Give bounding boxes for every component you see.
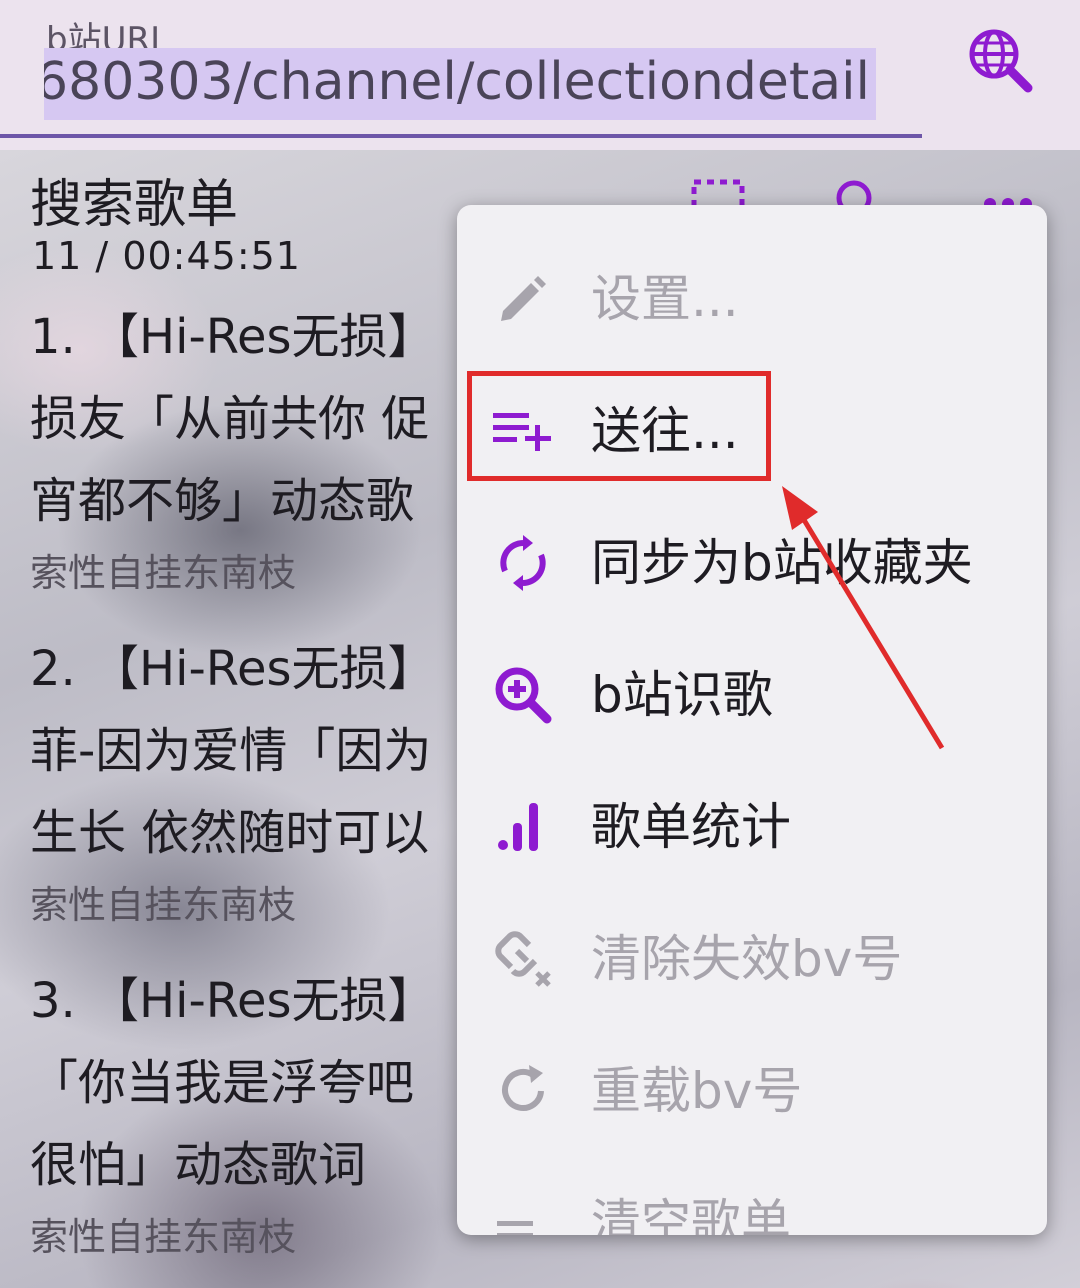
playlist-title: 搜索歌单 [30,175,239,235]
url-input[interactable]: )680303/channel/collectiondetail [44,48,876,120]
menu-item-label: b站识歌 [591,666,773,724]
song-artist: 索性自挂东南枝 [30,1215,297,1259]
bar-chart-icon [498,803,538,851]
song-artist: 索性自挂东南枝 [30,551,297,595]
menu-item-recognize-song[interactable]: b站识歌 [457,629,1047,761]
song-title: 3. 【Hi-Res无损】 「你当我是浮夸吧 很怕」动态歌词 [30,973,436,1193]
globe-search-icon[interactable] [962,24,1038,100]
song-artist: 索性自挂东南枝 [30,883,297,927]
menu-item-label: 歌单统计 [591,798,791,856]
menu-item-label: 设置... [591,270,739,328]
song-title: 2. 【Hi-Res无损】 菲-因为爱情「因为 生长 依然随时可以 [30,641,436,861]
url-input-text: )680303/channel/collectiondetail [44,52,870,112]
overflow-menu: 设置... 送往... 同步为b站收藏夹 b站识歌 歌单统计 清除失效bv号 重… [457,205,1047,1235]
menu-item-label: 清空歌单 [591,1194,791,1235]
menu-item-clear-invalid-bv[interactable]: 清除失效bv号 [457,893,1047,1025]
refresh-icon [502,1065,544,1111]
menu-item-label: 清除失效bv号 [591,930,903,988]
clear-list-icon [497,1221,533,1235]
annotation-highlight-box [467,371,771,481]
menu-item-playlist-stats[interactable]: 歌单统计 [457,761,1047,893]
link-off-icon [495,931,551,987]
song-title: 1. 【Hi-Res无损】 损友「从前共你 促 宵都不够」动态歌 [30,309,436,529]
menu-item-clear-playlist[interactable]: 清空歌单 [457,1157,1047,1235]
menu-item-label: 同步为b站收藏夹 [591,534,973,592]
url-bar: b站URL )680303/channel/collectiondetail [0,0,1080,150]
menu-item-sync-favorites[interactable]: 同步为b站收藏夹 [457,497,1047,629]
playlist-stats: 11 / 00:45:51 [32,234,301,278]
menu-item-settings[interactable]: 设置... [457,233,1047,365]
sync-icon [500,535,546,591]
menu-item-reload-bv[interactable]: 重载bv号 [457,1025,1047,1157]
pencil-icon [501,276,546,321]
url-input-underline [0,134,922,138]
menu-item-label: 重载bv号 [591,1062,803,1120]
zoom-in-icon [495,667,552,724]
